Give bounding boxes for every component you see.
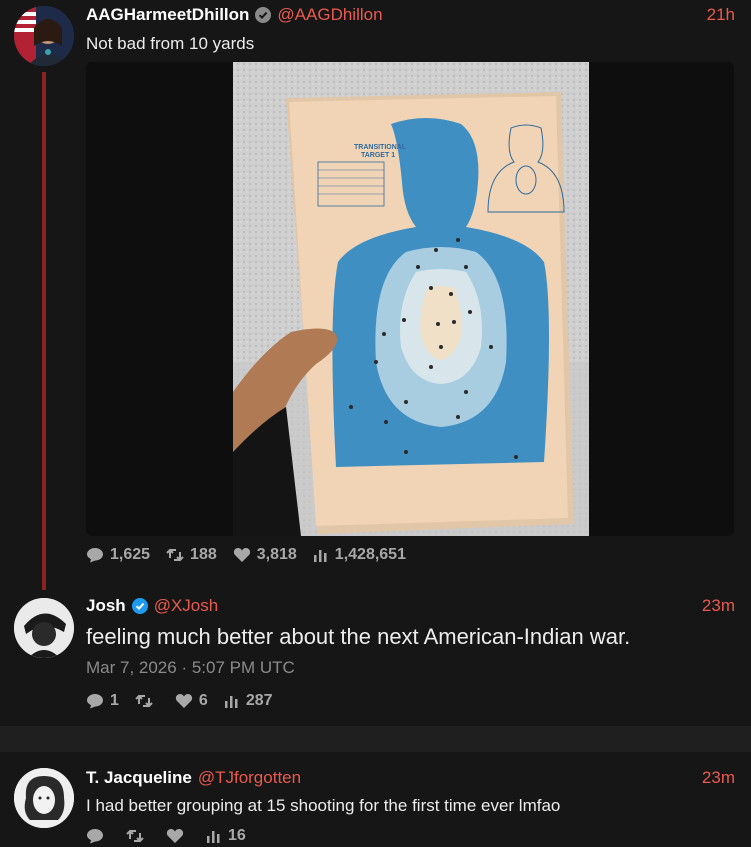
view-count: 16	[228, 827, 246, 844]
post-text: I had better grouping at 15 shooting for…	[86, 796, 561, 815]
post-time[interactable]: 21h	[707, 5, 735, 25]
like-count: 6	[198, 692, 208, 709]
avatar[interactable]	[14, 6, 74, 66]
like-button[interactable]	[166, 828, 190, 844]
like-count: 3,818	[256, 546, 297, 563]
author-handle[interactable]: @XJosh	[154, 596, 219, 616]
verified-gray-icon	[255, 7, 272, 23]
reply-count: 1,625	[110, 546, 151, 563]
view-count: 1,428,651	[334, 546, 406, 563]
author-handle[interactable]: @TJforgotten	[198, 768, 301, 788]
author-name[interactable]: T. Jacqueline	[86, 768, 192, 788]
views-icon	[224, 696, 238, 708]
repost-button[interactable]: 188	[166, 546, 217, 564]
post-stats: 1,625 188 3,818 1,428,651	[86, 546, 422, 564]
post-main[interactable]: AAGHarmeetDhillon @AAGDhillon 21h Not ba…	[0, 0, 751, 590]
reply-post[interactable]: T. Jacqueline @TJforgotten 23m I had bet…	[0, 752, 751, 847]
repost-icon	[126, 829, 144, 843]
verified-blue-icon	[131, 598, 148, 614]
target-photo: TRANSITIONAL TARGET 1	[233, 62, 589, 536]
comment-icon	[87, 548, 103, 563]
target-title-1: TRANSITIONAL	[354, 144, 407, 151]
heart-icon	[233, 548, 250, 562]
views-button[interactable]: 16	[206, 827, 246, 845]
avatar[interactable]	[14, 598, 74, 658]
heart-icon	[175, 694, 193, 708]
reply-button[interactable]: 1,625	[86, 546, 150, 564]
repost-count: 188	[190, 546, 217, 563]
comment-icon	[87, 694, 103, 709]
reply-button[interactable]	[86, 828, 110, 844]
view-count: 287	[245, 692, 273, 709]
views-button[interactable]: 1,428,651	[313, 546, 406, 564]
views-icon	[313, 550, 327, 562]
repost-button[interactable]	[126, 828, 150, 844]
views-icon	[207, 831, 220, 843]
reply-count: 1	[110, 692, 119, 709]
target-title-2: TARGET 1	[361, 152, 395, 159]
avatar[interactable]	[14, 768, 74, 828]
reply-button[interactable]: 1	[86, 692, 119, 710]
like-button[interactable]: 6	[175, 692, 208, 710]
post-stats: 1 6 287	[86, 692, 289, 710]
views-button[interactable]: 287	[224, 692, 273, 710]
post-text: Not bad from 10 yards	[86, 34, 255, 53]
comment-icon	[87, 829, 103, 844]
post-header: Josh @XJosh	[86, 596, 218, 616]
repost-button[interactable]	[135, 693, 159, 709]
post-text: feeling much better about the next Ameri…	[86, 624, 631, 649]
reply-post[interactable]: Josh @XJosh 23m feeling much better abou…	[0, 590, 751, 726]
post-time[interactable]: 23m	[702, 596, 735, 616]
author-name[interactable]: AAGHarmeetDhillon	[86, 5, 249, 25]
like-button[interactable]: 3,818	[233, 546, 297, 564]
post-date[interactable]: Mar 7, 2026 · 5:07 PM UTC	[86, 658, 295, 678]
post-stats: 16	[86, 827, 262, 845]
author-name[interactable]: Josh	[86, 596, 126, 616]
post-time[interactable]: 23m	[702, 768, 735, 788]
repost-icon	[166, 548, 184, 562]
repost-icon	[135, 694, 153, 708]
heart-icon	[166, 829, 184, 843]
author-handle[interactable]: @AAGDhillon	[277, 5, 382, 25]
post-header: T. Jacqueline @TJforgotten	[86, 768, 301, 788]
thread-separator	[0, 726, 751, 752]
post-media[interactable]: TRANSITIONAL TARGET 1	[86, 62, 734, 536]
post-header: AAGHarmeetDhillon @AAGDhillon	[86, 5, 383, 25]
